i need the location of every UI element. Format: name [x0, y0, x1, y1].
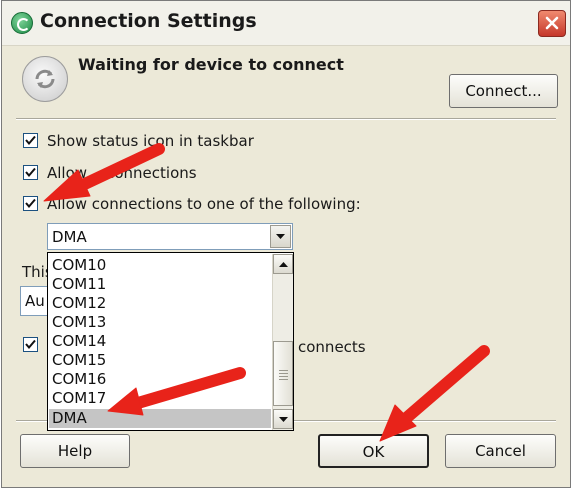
connection-sync-icon — [11, 12, 33, 34]
list-item-com11[interactable]: COM11 — [49, 275, 271, 294]
show-status-icon-label: Show status icon in taskbar — [47, 132, 254, 150]
auto-connect-label-fragment: connects — [298, 338, 366, 356]
title-bar: Connection Settings — [2, 1, 570, 46]
partial-au-value: Au — [25, 292, 45, 310]
scrollbar-thumb[interactable] — [273, 341, 293, 406]
allow-specific-connections-label: Allow connections to one of the followin… — [47, 195, 361, 213]
combo-dropdown-button[interactable] — [270, 225, 291, 248]
connection-settings-dialog: Connection Settings Waiting for device t… — [1, 0, 571, 488]
scroll-up-button[interactable] — [273, 254, 293, 274]
list-item-com16[interactable]: COM16 — [49, 370, 271, 389]
connection-options-list: COM10 COM11 COM12 COM13 COM14 COM15 COM1… — [47, 252, 294, 431]
checkmark-icon — [25, 167, 36, 178]
help-button[interactable]: Help — [20, 434, 130, 468]
list-scrollbar[interactable] — [272, 254, 293, 430]
checkmark-icon — [25, 135, 36, 146]
partial-au-field[interactable]: Au — [20, 286, 50, 316]
list-item-com10[interactable]: COM10 — [49, 256, 271, 275]
list-item-com13[interactable]: COM13 — [49, 313, 271, 332]
scroll-up-icon — [279, 262, 288, 267]
connection-type-combo[interactable]: DMA — [47, 223, 293, 250]
list-item-com14[interactable]: COM14 — [49, 332, 271, 351]
list-item-com17[interactable]: COM17 — [49, 389, 271, 408]
checkmark-icon — [25, 198, 36, 209]
status-heading: Waiting for device to connect — [78, 55, 344, 74]
scroll-down-icon — [279, 417, 288, 422]
close-icon — [545, 16, 559, 30]
close-button[interactable] — [538, 10, 566, 37]
cancel-button[interactable]: Cancel — [445, 434, 556, 468]
auto-connect-checkbox[interactable] — [23, 337, 38, 352]
thumb-grip-line — [279, 373, 288, 374]
combo-selected-value: DMA — [52, 228, 87, 246]
allow-connections-checkbox[interactable] — [23, 165, 38, 180]
list-item-com15[interactable]: COM15 — [49, 351, 271, 370]
show-status-icon-checkbox[interactable] — [23, 133, 38, 148]
ok-button[interactable]: OK — [318, 434, 429, 468]
thumb-grip-line — [279, 376, 288, 377]
thumb-grip-line — [279, 379, 288, 380]
list-item-com12[interactable]: COM12 — [49, 294, 271, 313]
allow-connections-label: Allow connections — [47, 164, 197, 182]
sync-arrows-icon — [22, 56, 68, 102]
checkmark-icon — [25, 339, 36, 350]
allow-specific-connections-checkbox[interactable] — [23, 196, 38, 211]
scroll-down-button[interactable] — [273, 409, 293, 429]
chevron-down-icon — [276, 234, 285, 239]
top-divider — [16, 118, 556, 120]
connect-button[interactable]: Connect... — [449, 74, 558, 108]
list-item-dma[interactable]: DMA — [49, 409, 271, 428]
thumb-grip-line — [279, 370, 288, 371]
window-title: Connection Settings — [40, 10, 257, 32]
